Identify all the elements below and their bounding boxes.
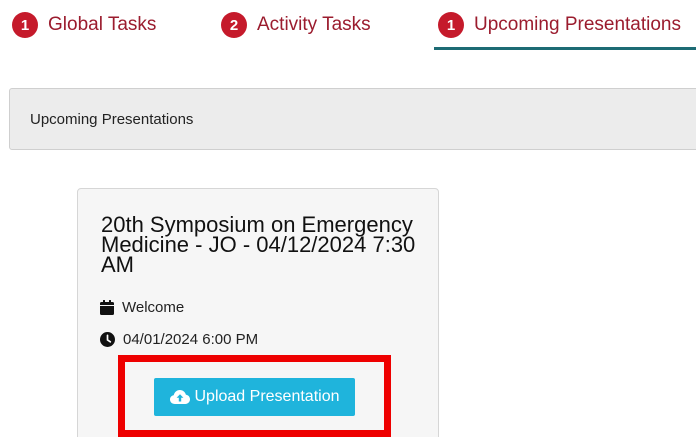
event-label: Welcome (122, 299, 185, 316)
event-row: Welcome (100, 299, 184, 316)
section-header: Upcoming Presentations (9, 88, 696, 150)
calendar-icon (100, 300, 114, 315)
upload-button-label: Upload Presentation (194, 388, 340, 405)
section-title: Upcoming Presentations (30, 110, 194, 128)
presentation-title: 20th Symposium on Emergency Medicine - J… (101, 212, 416, 277)
presentation-datetime: 04/01/2024 6:00 PM (123, 331, 259, 348)
tab-count-badge: 1 (12, 12, 38, 38)
active-tab-underline (434, 47, 696, 50)
tab-activity-tasks[interactable]: 2 Activity Tasks (221, 8, 371, 42)
tab-upcoming-presentations[interactable]: 1 Upcoming Presentations (438, 8, 681, 42)
tab-label: Upcoming Presentations (474, 14, 681, 35)
tab-count-badge: 1 (438, 12, 464, 38)
clock-icon (100, 332, 115, 347)
tab-label: Global Tasks (48, 14, 157, 35)
cloud-upload-icon (169, 390, 190, 404)
tab-count-badge: 2 (221, 12, 247, 38)
page: 1 Global Tasks 2 Activity Tasks 1 Upcomi… (0, 0, 696, 437)
datetime-row: 04/01/2024 6:00 PM (100, 331, 258, 348)
tab-label: Activity Tasks (257, 14, 371, 35)
tab-global-tasks[interactable]: 1 Global Tasks (12, 8, 156, 42)
upload-presentation-button[interactable]: Upload Presentation (154, 378, 355, 416)
